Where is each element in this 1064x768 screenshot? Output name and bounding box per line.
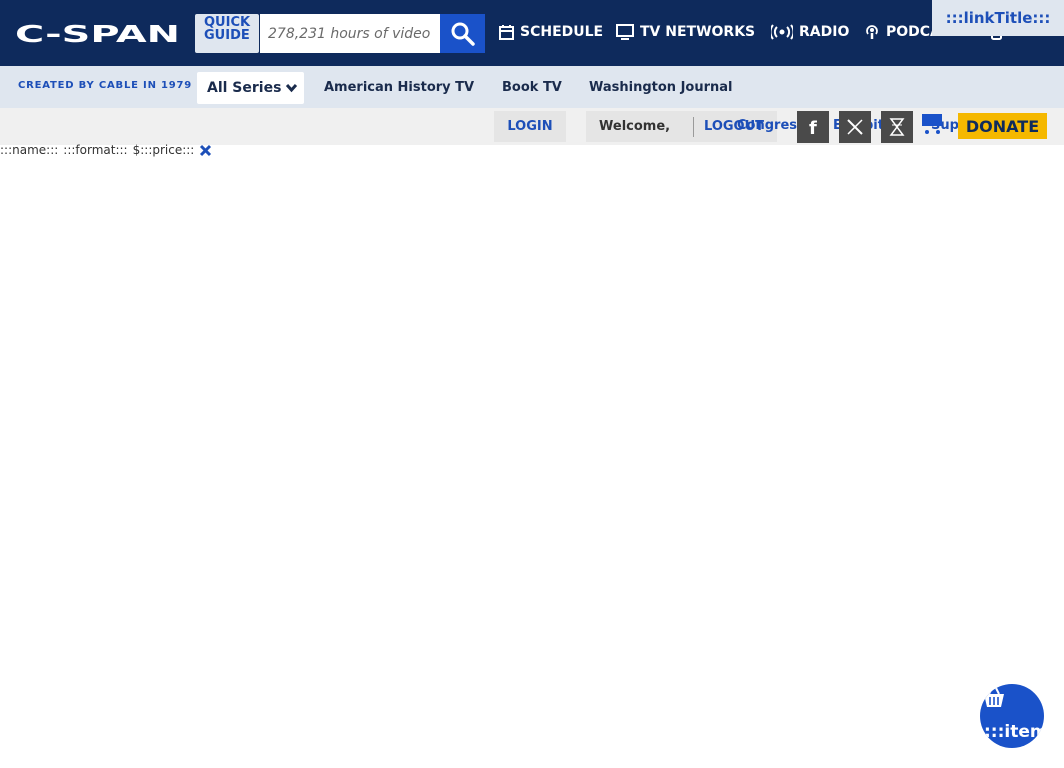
- x-twitter-link[interactable]: [839, 111, 871, 143]
- nav-schedule-label: SCHEDULE: [520, 24, 604, 40]
- nav-radio-label: RADIO: [799, 24, 850, 40]
- search-input[interactable]: [260, 14, 440, 53]
- chevron-down-icon: [285, 83, 298, 93]
- quick-guide-button[interactable]: QUICK GUIDE: [195, 14, 259, 53]
- nav-radio[interactable]: RADIO: [771, 21, 849, 43]
- series-link-washington-journal[interactable]: Washington Journal: [589, 80, 733, 95]
- x-twitter-icon: [847, 119, 863, 135]
- cart-item-price: $:::price:::: [132, 143, 195, 157]
- nav-tv-networks-label: TV NETWORKS: [640, 24, 756, 40]
- radio-icon: [771, 24, 793, 40]
- podcast-icon: [866, 25, 878, 39]
- cart-icon[interactable]: [920, 111, 946, 137]
- monitor-icon: [616, 24, 634, 40]
- tagline: CREATED BY CABLE IN 1979: [18, 80, 193, 91]
- link-congress[interactable]: Congress: [737, 118, 805, 133]
- link-title-button[interactable]: :::linkTitle:::: [932, 0, 1064, 36]
- welcome-text: Welcome,: [599, 119, 671, 134]
- search-icon: [451, 22, 475, 46]
- instagram-link[interactable]: [881, 111, 913, 143]
- calendar-icon: [499, 24, 514, 40]
- svg-text:f: f: [809, 118, 817, 136]
- close-icon[interactable]: [199, 144, 212, 157]
- nav-tv-networks[interactable]: TV NETWORKS: [616, 21, 755, 43]
- cspan-logo[interactable]: C-SPAN: [15, 22, 181, 44]
- cart-item-name: :::name:::: [0, 143, 59, 157]
- search-button[interactable]: [440, 14, 485, 53]
- cart-item-format: :::format:::: [63, 143, 128, 157]
- cart-fab-button[interactable]: :::items:::: [980, 684, 1044, 748]
- instagram-icon: [889, 118, 905, 136]
- facebook-icon: f: [809, 118, 817, 136]
- divider: [693, 117, 694, 137]
- svg-text:C-SPAN: C-SPAN: [15, 22, 180, 44]
- series-link-book-tv[interactable]: Book TV: [502, 80, 562, 95]
- cart-item: :::name::: :::format::: $:::price:::: [0, 143, 212, 157]
- series-select-value: All Series: [207, 80, 282, 96]
- facebook-link[interactable]: f: [797, 111, 829, 143]
- series-link-american-history-tv[interactable]: American History TV: [324, 80, 474, 95]
- donate-button[interactable]: DONATE: [958, 113, 1047, 139]
- basket-icon: [984, 687, 1004, 707]
- nav-schedule[interactable]: SCHEDULE: [499, 21, 603, 43]
- series-select[interactable]: All Series: [197, 72, 304, 104]
- cart-item-count: :::items:::: [984, 722, 1044, 742]
- login-button[interactable]: LOGIN: [494, 111, 566, 142]
